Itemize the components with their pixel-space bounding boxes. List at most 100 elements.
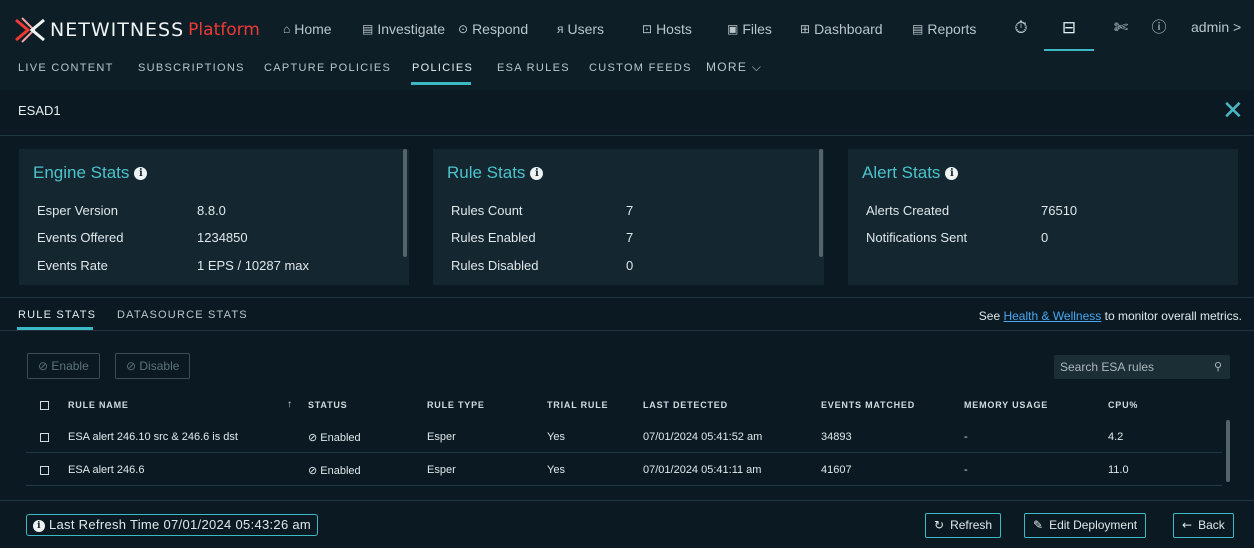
cell-status: ⊘ Enabled [308, 464, 361, 477]
edit-deployment-button[interactable]: ✎ Edit Deployment [1024, 513, 1147, 538]
cell-rule-type: Esper [427, 464, 456, 476]
engine-stats-card: Engine Stats i Esper Version 8.8.0 Events… [19, 149, 409, 285]
netwitness-logo-icon [15, 17, 45, 43]
cell-memory-usage: - [964, 464, 968, 476]
edit-deployment-label: Edit Deployment [1049, 518, 1138, 532]
cell-rule-type: Esper [427, 431, 456, 443]
help-icon[interactable]: ⓘ [1147, 16, 1171, 40]
status-text: Enabled [320, 465, 361, 477]
subnav-capture-policies[interactable]: CAPTURE POLICIES [264, 62, 391, 74]
alert-stats-title: Alert Stats [862, 163, 941, 182]
home-icon: ⌂ [283, 22, 291, 36]
card-scrollbar[interactable] [819, 149, 823, 257]
row-checkbox[interactable] [40, 466, 49, 475]
pencil-icon: ✎ [1033, 518, 1044, 532]
admin-panel-icon[interactable]: ⊟ [1057, 16, 1081, 40]
search-input[interactable]: Search ESA rules ⚲ [1054, 355, 1230, 379]
nav-home[interactable]: ⌂ Home [283, 18, 332, 40]
col-status[interactable]: STATUS [308, 400, 347, 410]
search-icon[interactable]: ⚲ [1214, 355, 1222, 379]
arrow-left-icon: ← [1182, 518, 1193, 532]
col-rule-name[interactable]: RULE NAME [68, 400, 129, 410]
tools-icon[interactable]: ✄ [1109, 16, 1133, 40]
nav-investigate[interactable]: ▤ Investigate [362, 18, 445, 40]
refresh-label: Refresh [950, 518, 993, 532]
enabled-check-icon: ⊘ [308, 465, 321, 477]
user-menu[interactable]: admin > [1191, 19, 1241, 35]
info-icon[interactable]: i [945, 167, 959, 180]
enable-button[interactable]: ⊘ Enable [27, 353, 100, 379]
subnav-more[interactable]: MORE ⌵ [706, 60, 762, 75]
info-icon: i [33, 520, 45, 532]
col-trial-rule[interactable]: TRIAL RULE [547, 400, 608, 410]
enabled-check-icon: ⊘ [308, 432, 321, 444]
enable-icon: ⊘ [38, 359, 52, 373]
reports-icon: ▤ [912, 22, 924, 36]
timer-icon[interactable]: ⏱ [1009, 16, 1033, 40]
nav-users-label: Users [567, 21, 605, 37]
col-cpu[interactable]: CPU% [1108, 400, 1138, 410]
app-logo[interactable]: NETWITNESS Platform [14, 16, 260, 44]
stat-label: Events Offered [37, 230, 124, 245]
select-all-checkbox[interactable] [40, 401, 49, 410]
brand-name: NETWITNESS [50, 19, 185, 41]
stat-label: Alerts Created [866, 203, 950, 218]
subnav-active-underline [411, 82, 471, 85]
stat-value: 76510 [1041, 203, 1078, 218]
nav-hosts[interactable]: ⊡ Hosts [642, 18, 692, 40]
tab-datasource-stats[interactable]: DATASOURCE STATS [117, 309, 248, 321]
subnav-custom-feeds[interactable]: CUSTOM FEEDS [589, 62, 692, 74]
sort-ascending-icon[interactable]: ↑ [287, 399, 293, 410]
subnav-live-content[interactable]: LIVE CONTENT [18, 62, 114, 74]
subnav-policies[interactable]: POLICIES [412, 62, 473, 74]
enable-label: Enable [51, 359, 89, 373]
subnav-esa-rules[interactable]: ESA RULES [497, 62, 570, 74]
nav-respond-label: Respond [472, 21, 529, 37]
top-header: NETWITNESS Platform ⌂ Home ▤ Investigate ⊙… [0, 0, 1254, 56]
tab-rule-stats[interactable]: RULE STATS [18, 309, 96, 321]
brand-product: Platform [188, 20, 260, 40]
nav-reports[interactable]: ▤ Reports [912, 18, 976, 40]
nav-dashboard-label: Dashboard [814, 21, 883, 37]
admin-panel-underline [1044, 49, 1094, 51]
stat-label: Rules Disabled [451, 258, 539, 273]
cell-trial-rule: Yes [547, 464, 565, 476]
info-icon[interactable]: i [530, 167, 544, 180]
search-placeholder: Search ESA rules [1060, 360, 1155, 374]
back-button[interactable]: ← Back [1173, 513, 1234, 538]
stat-label: Rules Enabled [451, 230, 536, 245]
stat-value: 1 EPS / 10287 max [197, 258, 310, 273]
nav-dashboard[interactable]: ⊞ Dashboard [800, 18, 883, 40]
disable-label: Disable [139, 359, 180, 373]
col-events-matched[interactable]: EVENTS MATCHED [821, 400, 915, 410]
cell-memory-usage: - [964, 431, 968, 443]
table-row[interactable]: ESA alert 246.10 src & 246.6 is dst ⊘ En… [26, 421, 1222, 453]
col-rule-type[interactable]: RULE TYPE [427, 400, 485, 410]
card-scrollbar[interactable] [403, 149, 407, 257]
col-last-detected[interactable]: LAST DETECTED [643, 400, 728, 410]
nav-users[interactable]: ᴙ Users [557, 18, 604, 40]
nav-files[interactable]: ▣ Files [727, 18, 772, 40]
last-refresh-badge: i Last Refresh Time 07/01/2024 05:43:26 a… [26, 514, 319, 536]
back-label: Back [1198, 518, 1225, 532]
subnav-subscriptions[interactable]: SUBSCRIPTIONS [138, 62, 245, 74]
col-memory-usage[interactable]: MEMORY USAGE [964, 400, 1048, 410]
health-suffix: to monitor overall metrics. [1101, 309, 1242, 323]
last-refresh-text: Last Refresh Time 07/01/2024 05:43:26 am [49, 517, 312, 532]
disable-button[interactable]: ⊘ Disable [115, 353, 191, 379]
close-icon[interactable]: ✕ [1222, 96, 1244, 126]
nav-respond[interactable]: ⊙ Respond [458, 18, 528, 40]
refresh-button[interactable]: ↻ Refresh [925, 513, 1002, 538]
rule-stats-heading: Rule Stats i [447, 163, 544, 183]
health-wellness-link[interactable]: Health & Wellness [1003, 309, 1101, 323]
table-scrollbar[interactable] [1226, 420, 1230, 482]
info-icon[interactable]: i [134, 167, 148, 180]
rule-stats-card: Rule Stats i Rules Count 7 Rules Enabled … [433, 149, 824, 285]
alert-stats-heading: Alert Stats i [862, 163, 959, 183]
stat-label: Rules Count [451, 203, 523, 218]
table-row[interactable]: ESA alert 246.6 ⊘ Enabled Esper Yes 07/0… [26, 454, 1222, 486]
cell-cpu: 11.0 [1108, 464, 1129, 476]
files-icon: ▣ [727, 22, 739, 36]
row-checkbox[interactable] [40, 433, 49, 442]
nav-hosts-label: Hosts [656, 21, 692, 37]
